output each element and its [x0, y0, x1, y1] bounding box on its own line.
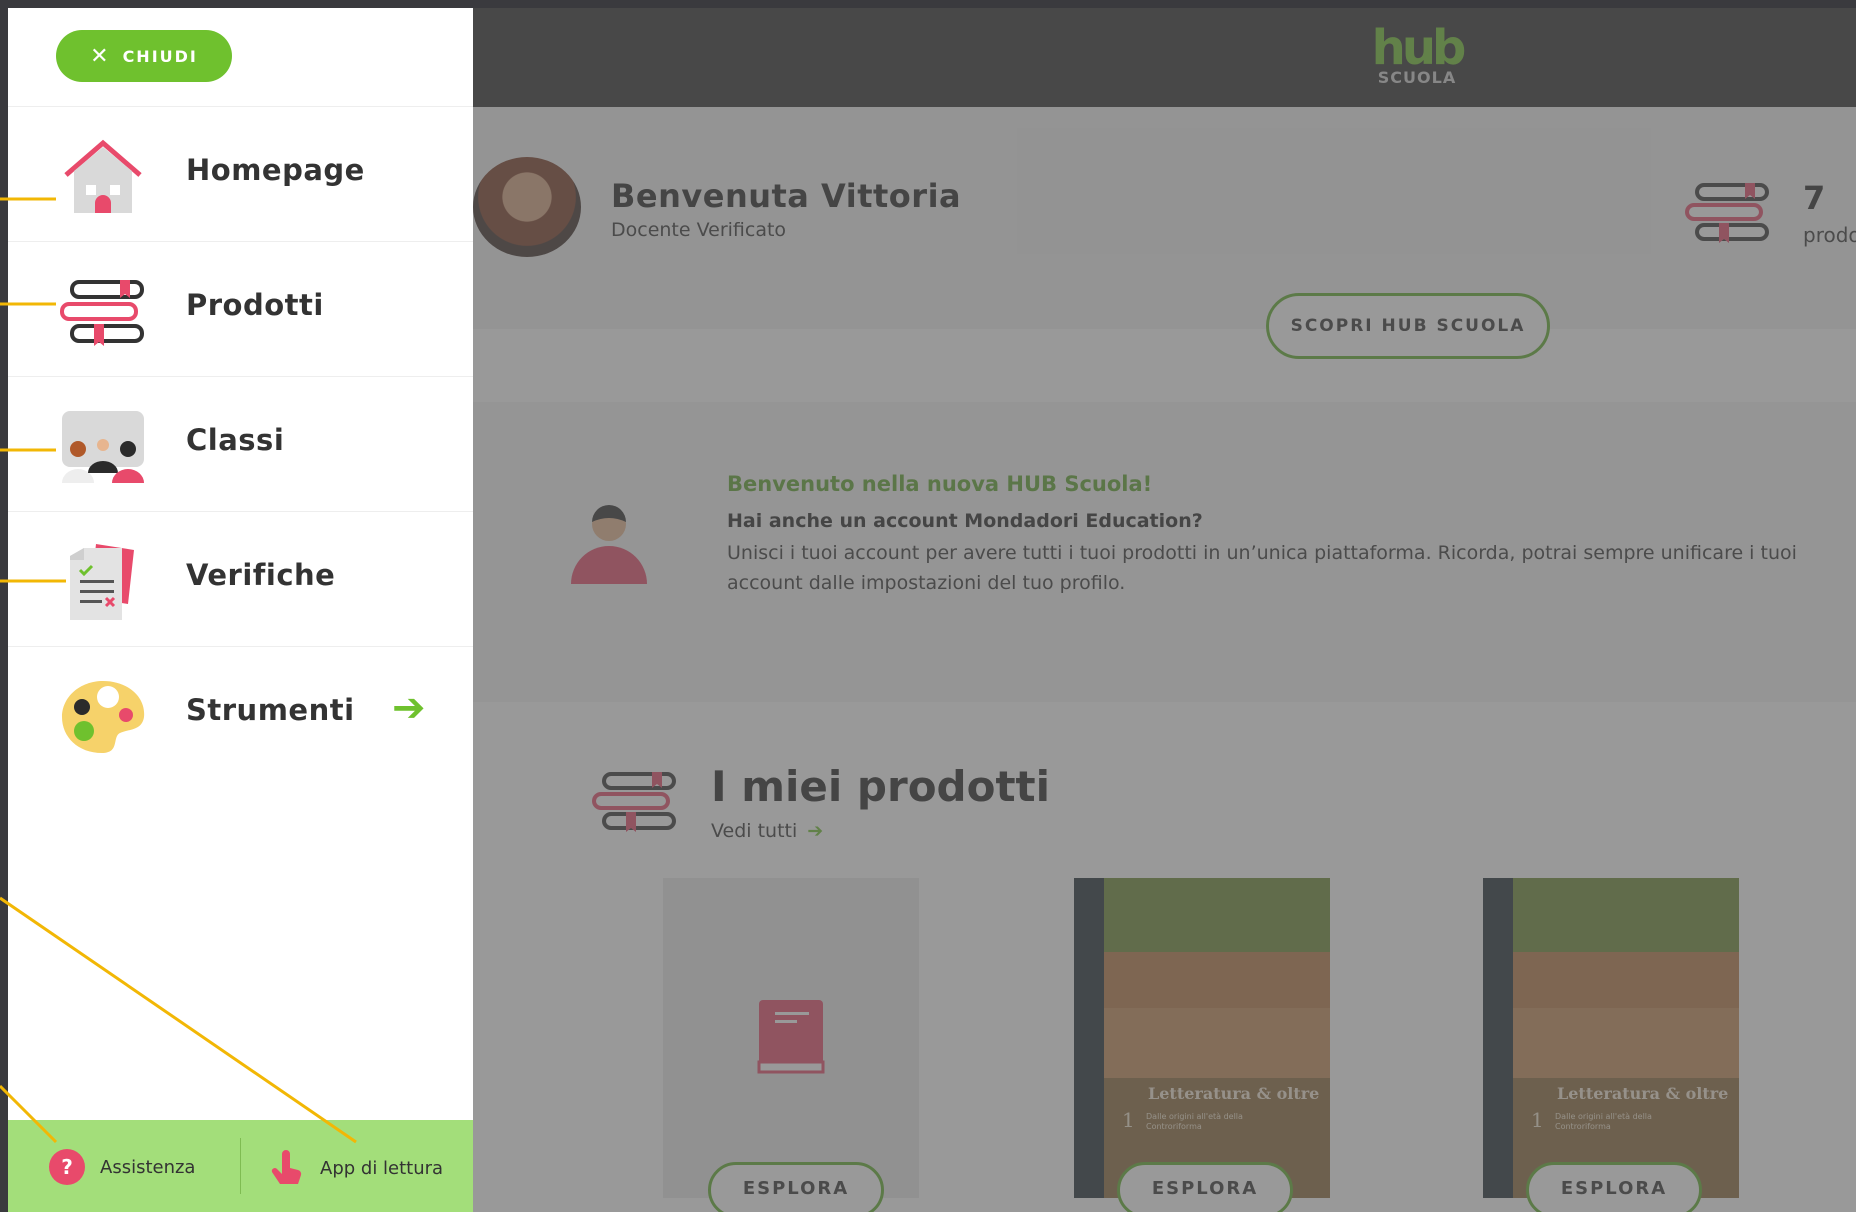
product-card[interactable]: Letteratura & oltre 1 Dalle origini all'… — [1483, 878, 1739, 1198]
profile-section: Benvenuta Vittoria Docente Verificato 7 … — [473, 107, 1856, 359]
welcome-heading: Benvenuta Vittoria — [611, 177, 962, 215]
nav-item-strumenti[interactable]: Strumenti ➔ — [8, 646, 473, 781]
book-cover: Letteratura & oltre 1 Dalle origini all'… — [1074, 878, 1330, 1198]
test-sheet-icon — [70, 544, 134, 620]
explore-button[interactable]: ESPLORA — [1117, 1162, 1293, 1212]
discover-hub-button[interactable]: SCOPRI HUB SCUOLA — [1266, 293, 1550, 359]
drawer-footer: ? Assistenza App di lettura — [8, 1120, 473, 1212]
palette-icon — [62, 681, 145, 753]
top-bar: hub SCUOLA — [473, 8, 1856, 107]
my-products-title: I miei prodotti — [711, 762, 1051, 811]
classroom-icon — [62, 411, 144, 483]
svg-text:?: ? — [61, 1155, 73, 1179]
side-drawer: ✕ CHIUDI Homepage Prodotti Classi Verifi… — [8, 8, 473, 1212]
notice-text: Unisci i tuoi account per avere tutti i … — [727, 542, 1797, 594]
arrow-right-icon: ➔ — [807, 820, 824, 842]
help-icon: ? — [49, 1149, 85, 1185]
arrow-right-icon[interactable]: ➔ — [392, 685, 426, 731]
books-icon — [60, 280, 144, 346]
product-count: 7 — [1803, 179, 1826, 217]
close-button[interactable]: ✕ CHIUDI — [56, 30, 232, 82]
see-all-link[interactable]: Vedi tutti ➔ — [711, 820, 823, 842]
hub-scuola-logo[interactable]: hub SCUOLA — [1362, 24, 1472, 87]
nav-item-homepage[interactable]: Homepage — [8, 106, 473, 241]
books-icon — [1685, 183, 1769, 243]
product-cover-placeholder — [663, 878, 919, 1198]
book-cover: Letteratura & oltre 1 Dalle origini all'… — [1483, 878, 1739, 1198]
product-count-label: prodotti — [1803, 223, 1856, 247]
user-icon — [571, 505, 647, 584]
explore-button[interactable]: ESPLORA — [708, 1162, 884, 1212]
notice-title: Benvenuto nella nuova HUB Scuola! — [727, 472, 1153, 496]
product-card[interactable] — [663, 878, 919, 1198]
explore-button[interactable]: ESPLORA — [1526, 1162, 1702, 1212]
tap-hand-icon — [271, 1150, 302, 1184]
my-products-section: I miei prodotti Vedi tutti ➔ Letteratura… — [473, 702, 1856, 1212]
reader-app-link[interactable]: App di lettura — [270, 1148, 443, 1188]
welcome-notice: Benvenuto nella nuova HUB Scuola! Hai an… — [473, 402, 1856, 702]
user-role: Docente Verificato — [611, 219, 787, 241]
footer-divider — [240, 1138, 241, 1194]
nav-item-classi[interactable]: Classi — [8, 376, 473, 511]
books-icon — [592, 772, 676, 832]
house-icon — [64, 139, 142, 213]
nav-item-verifiche[interactable]: Verifiche — [8, 511, 473, 646]
help-link[interactable]: ? Assistenza — [48, 1148, 195, 1186]
book-icon — [757, 1000, 825, 1074]
avatar[interactable] — [473, 157, 581, 257]
notice-question: Hai anche un account Mondadori Education… — [727, 510, 1203, 532]
app-main: hub SCUOLA Benvenuta Vittoria Docente Ve… — [473, 8, 1856, 1212]
nav-item-prodotti[interactable]: Prodotti — [8, 241, 473, 376]
close-icon: ✕ — [90, 43, 109, 69]
product-card[interactable]: Letteratura & oltre 1 Dalle origini all'… — [1074, 878, 1330, 1198]
